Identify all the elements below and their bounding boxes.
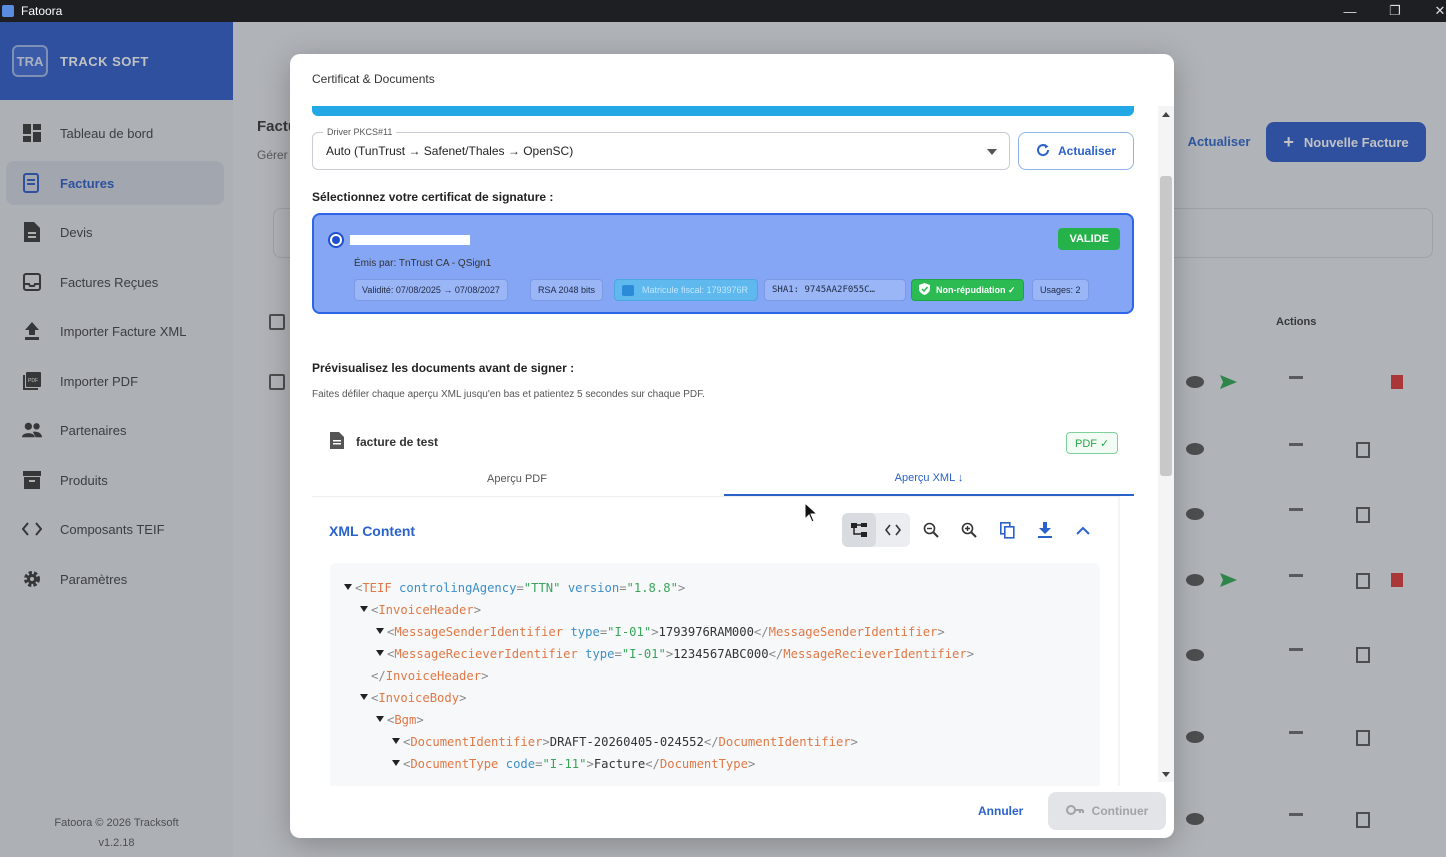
tab-pdf-preview[interactable]: Aperçu PDF: [312, 462, 722, 496]
view-toggle: [842, 513, 910, 547]
select-cert-heading: Sélectionnez votre certificat de signatu…: [312, 190, 554, 204]
scroll-down-icon[interactable]: [1162, 772, 1170, 777]
tree-view-icon[interactable]: [842, 513, 876, 547]
cert-usages-chip: Usages: 2: [1032, 279, 1089, 301]
xml-line: <InvoiceHeader>: [360, 599, 481, 621]
building-icon: [622, 284, 634, 296]
refresh-button[interactable]: Actualiser: [1018, 132, 1134, 170]
dialog-actions: Annuler Continuer: [290, 790, 1174, 838]
cert-sha-chip: SHA1: 9745AA2F055C…: [764, 279, 906, 301]
maximize-button[interactable]: ❐: [1375, 0, 1415, 22]
certificate-radio[interactable]: [328, 232, 344, 248]
continue-button[interactable]: Continuer: [1048, 792, 1166, 830]
xml-line: <Bgm>: [376, 709, 424, 731]
cert-issuer: Émis par: TnTrust CA - QSign1: [354, 258, 492, 269]
cert-fiscal-chip: Matricule fiscal: 1793976R: [614, 279, 758, 301]
driver-select[interactable]: Driver PKCS#11 Auto (TunTrust → Safenet/…: [312, 127, 1010, 170]
xml-line: <InvoiceBody>: [360, 687, 466, 709]
progress-bar: [312, 106, 1134, 116]
refresh-label: Actualiser: [1057, 144, 1117, 158]
zoom-in-icon[interactable]: [952, 513, 986, 547]
pdf-status-badge: PDF ✓: [1066, 432, 1119, 454]
xml-line: </InvoiceHeader>: [371, 669, 489, 683]
xml-line: <MessageSenderIdentifier type="I-01">179…: [376, 621, 945, 643]
zoom-out-icon[interactable]: [914, 513, 948, 547]
cert-nonrep-chip: Non-répudiation ✓: [911, 279, 1024, 301]
shield-check-icon: [919, 283, 930, 297]
driver-label: Driver PKCS#11: [323, 127, 397, 137]
key-icon: [1065, 804, 1084, 818]
cert-validity-chip: Validité: 07/08/2025 → 07/08/2027: [354, 279, 508, 301]
app-icon: [2, 5, 14, 17]
mouse-cursor-icon: [804, 501, 819, 529]
xml-content-title: XML Content: [329, 523, 416, 539]
preview-hint: Faites défiler chaque aperçu XML jusqu'e…: [312, 389, 705, 400]
cert-nonrep-text: Non-répudiation ✓: [936, 284, 1016, 295]
tab-xml-preview[interactable]: Aperçu XML ↓: [724, 462, 1134, 496]
xml-toolbar: [842, 513, 1100, 547]
window-titlebar: Fatoora — ❐ ✕: [0, 0, 1446, 22]
document-name: facture de test: [356, 435, 439, 449]
xml-line: <MessageRecieverIdentifier type="I-01">1…: [376, 643, 974, 665]
download-icon[interactable]: [1028, 513, 1062, 547]
window-title: Fatoora: [21, 4, 63, 18]
xml-line: <DocumentIdentifier>DRAFT-20260405-02455…: [392, 731, 858, 753]
xml-line: <TEIF controlingAgency="TTN" version="1.…: [344, 577, 685, 599]
document-icon: [330, 432, 344, 452]
status-badge: VALIDE: [1058, 228, 1120, 250]
certificate-option[interactable]: VALIDE Émis par: TnTrust CA - QSign1 Val…: [312, 213, 1134, 314]
scroll-up-icon[interactable]: [1162, 112, 1170, 117]
code-view-icon[interactable]: [876, 513, 910, 547]
preview-heading: Prévisualisez les documents avant de sig…: [312, 361, 575, 375]
xml-line: <DocumentType code="I-11">Facture</Docum…: [392, 753, 755, 775]
close-button[interactable]: ✕: [1420, 0, 1446, 22]
xml-code: <TEIF controlingAgency="TTN" version="1.…: [330, 563, 1100, 786]
driver-value: Auto (TunTrust → Safenet/Thales → OpenSC…: [326, 144, 574, 158]
cancel-button[interactable]: Annuler: [978, 804, 1023, 818]
cert-key-chip: RSA 2048 bits: [530, 279, 604, 301]
copy-icon[interactable]: [990, 513, 1024, 547]
caret-down-icon: [987, 149, 997, 155]
xml-scrollbar[interactable]: [1118, 497, 1120, 786]
collapse-icon[interactable]: [1066, 513, 1100, 547]
certificate-dialog: Certificat & Documents Driver PKCS#11 Au…: [290, 54, 1174, 838]
document-row: facture de test: [330, 432, 438, 452]
xml-viewer: XML Content <TEIF controlingAgency="TTN"…: [312, 496, 1120, 786]
certificate-name-redacted: [350, 235, 470, 245]
continue-label: Continuer: [1091, 804, 1149, 818]
dialog-title: Certificat & Documents: [312, 72, 435, 86]
cert-fiscal-text: Matricule fiscal: 1793976R: [642, 285, 749, 295]
refresh-icon: [1036, 143, 1050, 160]
dialog-scrollbar-thumb[interactable]: [1160, 176, 1172, 476]
minimize-button[interactable]: —: [1330, 0, 1370, 22]
